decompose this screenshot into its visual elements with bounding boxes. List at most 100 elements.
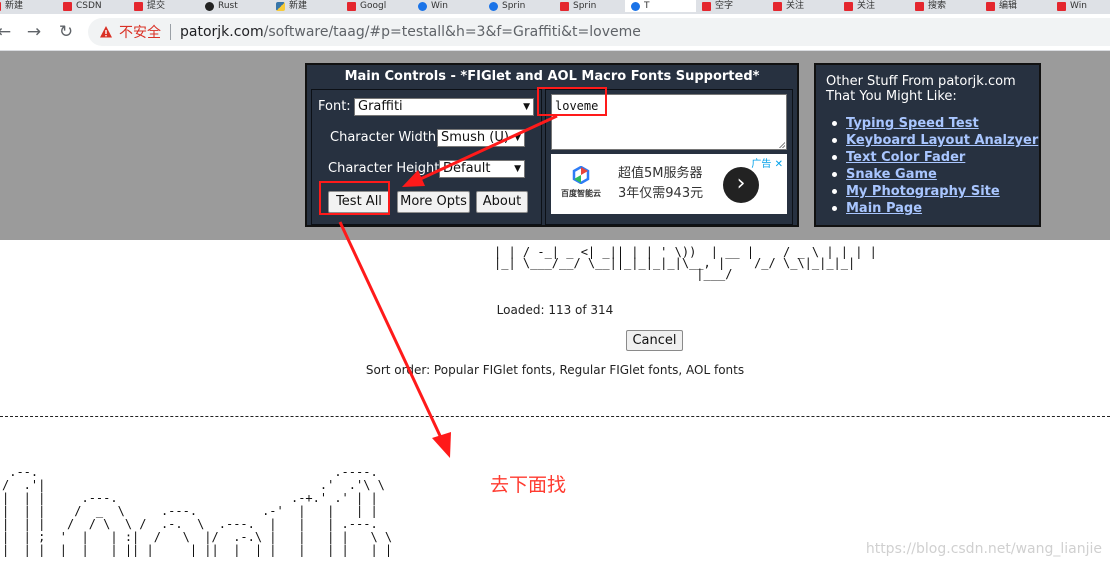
browser-tab[interactable]: 关注: [838, 0, 912, 12]
link-typing-speed-test[interactable]: Typing Speed Test: [846, 116, 979, 131]
browser-tab[interactable]: Rust: [199, 0, 273, 12]
ad-tag-text: 广告: [751, 159, 772, 170]
character-height-label: Character Height:: [328, 161, 444, 176]
browser-tab[interactable]: Sprin: [483, 0, 557, 12]
other-stuff-title-line-2: That You Might Like:: [826, 89, 957, 104]
ad-close-icon[interactable]: ✕: [775, 159, 783, 170]
browser-tab[interactable]: 关注: [767, 0, 841, 12]
ad-arrow-button[interactable]: ›: [723, 167, 759, 203]
browser-tab-label: Sprin: [573, 1, 597, 11]
browser-tab-label: 提交: [147, 1, 166, 11]
red-square-icon: [702, 1, 711, 11]
browser-tab-label: Win: [431, 1, 448, 11]
ad-logo: 百度智能云: [559, 165, 603, 199]
reload-icon[interactable]: ↻: [54, 20, 78, 44]
browser-tab[interactable]: 编辑: [980, 0, 1054, 12]
browser-tab-strip: 新建 CSDN 提交 Rust 新建 Googl Win Sprin Sprin T 空字 关注 关注 搜…: [0, 0, 1110, 14]
link-main-page[interactable]: Main Page: [846, 201, 922, 216]
link-snake-game[interactable]: Snake Game: [846, 167, 937, 182]
browser-tab[interactable]: CSDN: [57, 0, 131, 12]
browser-tab-label: 新建: [289, 1, 308, 11]
address-bar[interactable]: 不安全 patorjk.com/software/taag/#p=testall…: [88, 18, 1110, 46]
browser-tab[interactable]: Googl: [341, 0, 415, 12]
red-square-icon: [134, 1, 143, 11]
red-square-icon: [63, 1, 72, 11]
browser-tab[interactable]: T: [625, 0, 699, 12]
dropdown-arrow-icon: ▼: [514, 133, 521, 143]
about-button[interactable]: About: [476, 191, 528, 213]
list-item: Snake Game: [830, 166, 1038, 183]
browser-tab[interactable]: Win: [412, 0, 486, 12]
url-text[interactable]: patorjk.com/software/taag/#p=testall&h=3…: [180, 24, 641, 40]
red-square-icon: [347, 1, 356, 11]
red-square-icon: [844, 1, 853, 11]
browser-tab[interactable]: 提交: [128, 0, 202, 12]
ad-line-2: 3年仅需943元: [618, 186, 704, 201]
other-stuff-panel: Other Stuff From patorjk.com That You Mi…: [814, 63, 1041, 227]
character-width-select[interactable]: Smush (U) ▼: [437, 129, 525, 147]
font-label: Font:: [318, 99, 351, 114]
character-width-value: Smush (U): [441, 130, 509, 145]
watermark: https://blog.csdn.net/wang_lianjie: [865, 541, 1102, 557]
other-stuff-title-line-1: Other Stuff From patorjk.com: [826, 74, 1016, 89]
results-divider: [0, 416, 1110, 417]
more-opts-button[interactable]: More Opts: [397, 191, 470, 213]
ad-tag: 广告 ✕: [751, 155, 783, 170]
github-icon: [205, 1, 214, 11]
red-square-icon: [0, 1, 1, 11]
url-path: /software/taag/#p=testall&h=3&f=Graffiti…: [263, 24, 641, 40]
red-square-icon: [560, 1, 569, 11]
resize-handle-icon[interactable]: [778, 141, 785, 148]
red-square-icon: [1057, 1, 1066, 11]
arrow-down-icon: [338, 221, 451, 458]
dropdown-arrow-icon: ▼: [514, 164, 521, 174]
list-item: My Photography Site: [830, 183, 1038, 200]
browser-tab[interactable]: 新建: [0, 0, 60, 12]
security-status-label: 不安全: [119, 25, 161, 41]
ad-banner[interactable]: 广告 ✕ 百度智能云 超值5M服务器 3年仅需943元 ›: [551, 154, 787, 214]
other-stuff-title: Other Stuff From patorjk.com That You Mi…: [826, 74, 1016, 104]
list-item: Keyboard Layout Analzyer: [830, 132, 1038, 149]
ascii-art-result: .--. .----. / .'| .' .'\ \ | | | .---. .…: [2, 465, 393, 557]
list-item: Typing Speed Test: [830, 115, 1038, 132]
cloud-logo-icon: [572, 165, 590, 185]
character-height-select[interactable]: Default ▼: [439, 160, 525, 178]
back-arrow-icon[interactable]: ←: [0, 20, 16, 44]
highlight-text-input: [537, 87, 607, 116]
browser-tab[interactable]: Win: [1051, 0, 1110, 12]
character-height-value: Default: [443, 161, 491, 176]
browser-tab[interactable]: 空字: [696, 0, 770, 12]
list-item: Main Page: [830, 200, 1038, 217]
browser-tab-label: CSDN: [76, 1, 102, 11]
python-icon: [276, 1, 285, 11]
browser-tab-label: Win: [1070, 1, 1087, 11]
ascii-art-preview: | | / -_| _ <| _|| | | ' \)) | __ | / _ …: [494, 245, 877, 281]
link-photography-site[interactable]: My Photography Site: [846, 184, 1000, 199]
browser-tab[interactable]: Sprin: [554, 0, 628, 12]
link-text-color-fader[interactable]: Text Color Fader: [846, 150, 965, 165]
blue-globe-icon: [418, 1, 427, 11]
address-separator: [170, 24, 171, 40]
browser-tab-label: 空字: [715, 1, 734, 11]
ad-brand: 百度智能云: [561, 189, 601, 198]
blue-globe-icon: [489, 1, 498, 11]
sort-order-text: Sort order: Popular FIGlet fonts, Regula…: [365, 363, 745, 377]
blue-globe-icon: [631, 1, 640, 11]
highlight-test-all: [319, 181, 390, 215]
forward-arrow-icon[interactable]: →: [22, 20, 46, 44]
cancel-button[interactable]: Cancel: [626, 330, 683, 351]
browser-tab[interactable]: 搜索: [909, 0, 983, 12]
annotation-note: 去下面找: [490, 474, 567, 496]
ad-copy: 超值5M服务器 3年仅需943元: [618, 164, 703, 204]
dropdown-arrow-icon: ▼: [523, 102, 530, 112]
browser-tab[interactable]: 新建: [270, 0, 344, 12]
warning-icon: [99, 25, 113, 39]
browser-tab-label: Googl: [360, 1, 387, 11]
red-square-icon: [915, 1, 924, 11]
url-host: patorjk.com: [180, 24, 264, 40]
link-keyboard-layout[interactable]: Keyboard Layout Analzyer: [846, 133, 1038, 148]
font-select[interactable]: Graffiti ▼: [354, 98, 534, 116]
browser-tab-label: T: [644, 1, 650, 11]
browser-tab-label: 关注: [786, 1, 805, 11]
browser-tab-label: 搜索: [928, 1, 947, 11]
